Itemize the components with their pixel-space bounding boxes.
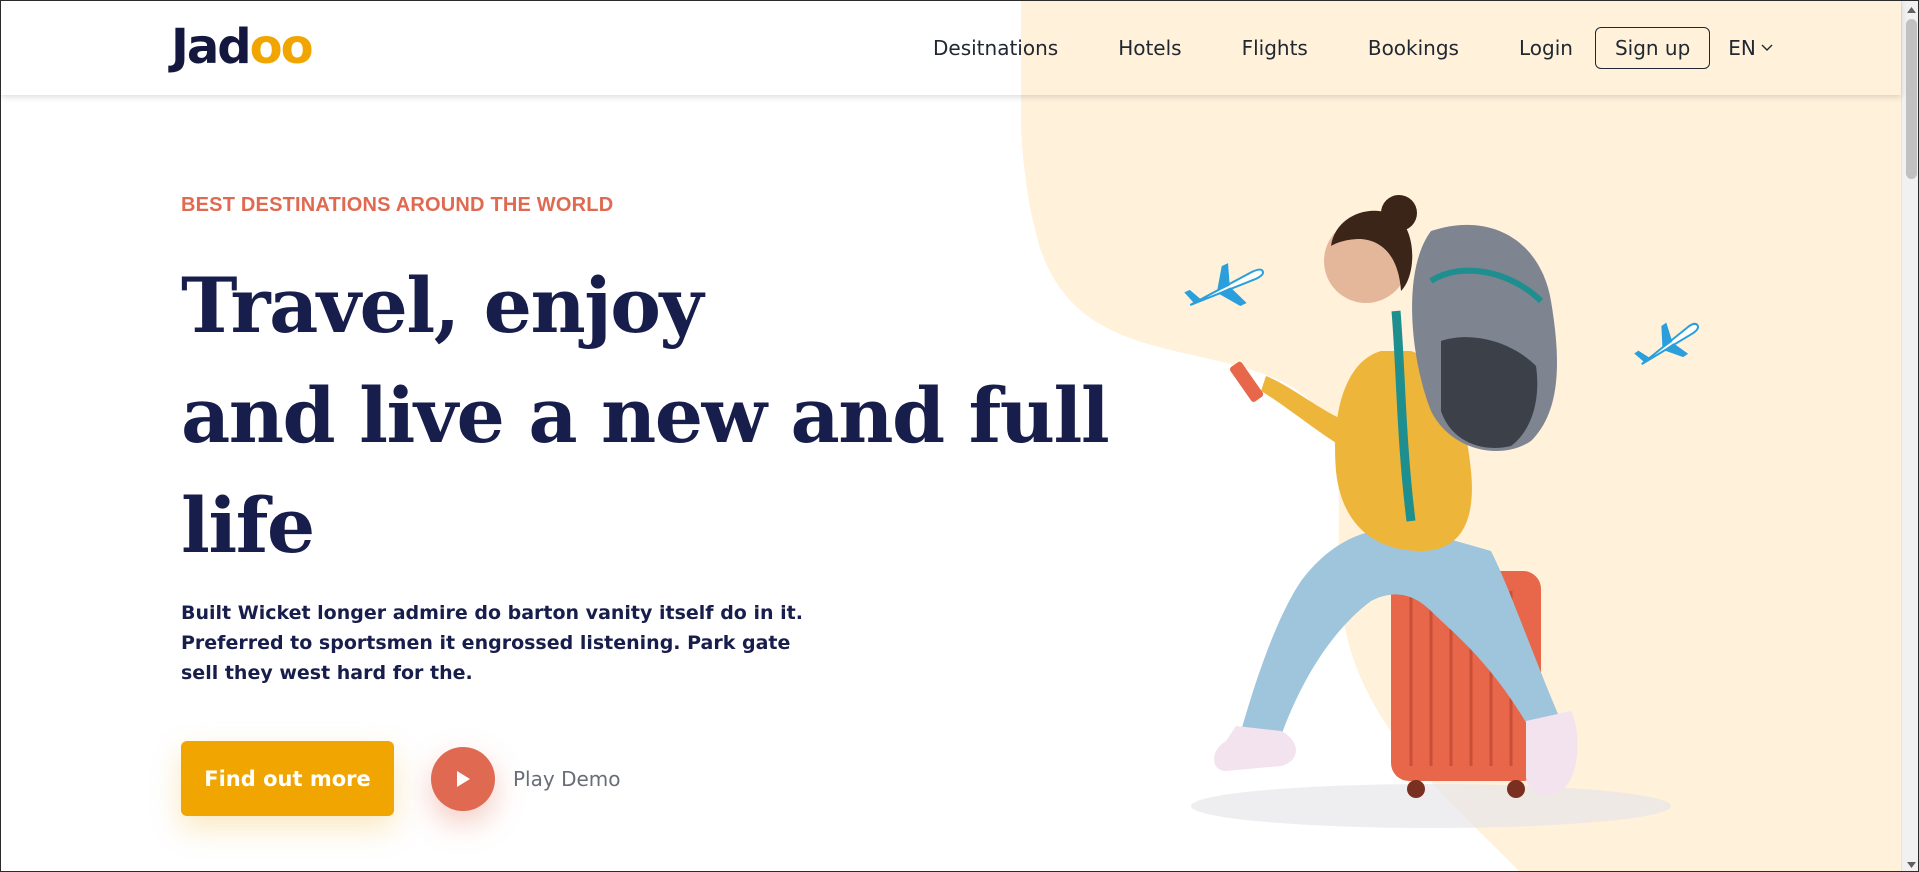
hero-description-line: sell they west hard for the.: [181, 662, 473, 684]
language-selector[interactable]: EN: [1728, 36, 1773, 60]
chevron-down-icon: [1761, 44, 1773, 51]
logo-text-accent: oo: [249, 19, 314, 75]
nav-bookings-link[interactable]: Bookings: [1368, 36, 1459, 60]
hero-description: Built Wicket longer admire do barton van…: [181, 598, 803, 688]
play-demo-label: Play Demo: [513, 767, 621, 791]
jadoo-logo[interactable]: Jadoo: [171, 19, 314, 75]
nav-destinations-link[interactable]: Desitnations: [933, 36, 1058, 60]
scroll-down-arrow[interactable]: [1902, 856, 1918, 871]
floor-shadow: [1191, 784, 1671, 828]
language-label: EN: [1728, 36, 1756, 60]
nav-flights-link[interactable]: Flights: [1242, 36, 1308, 60]
scroll-up-arrow[interactable]: [1902, 1, 1918, 18]
play-icon: [457, 771, 470, 787]
nav-hotels-link[interactable]: Hotels: [1118, 36, 1181, 60]
logo-text-primary: Jad: [171, 19, 252, 75]
hair-bun: [1381, 195, 1417, 231]
airplane-icon: [1184, 263, 1264, 306]
triangle-up-icon: [1907, 6, 1916, 13]
traveler-illustration: [1184, 195, 1700, 828]
hero-eyebrow: BEST DESTINATIONS AROUND THE WORLD: [181, 194, 614, 216]
hero-headline-line: Travel, enjoy: [181, 261, 704, 350]
hero-headline: Travel, enjoy and live a new and full li…: [181, 251, 1110, 581]
hero-headline-line: life: [181, 481, 315, 570]
hero-description-line: Preferred to sportsmen it engrossed list…: [181, 632, 791, 654]
triangle-down-icon: [1907, 861, 1916, 868]
hero-description-line: Built Wicket longer admire do barton van…: [181, 602, 803, 624]
vertical-scrollbar[interactable]: [1901, 1, 1918, 871]
phone-icon: [1229, 361, 1264, 402]
play-demo-control[interactable]: Play Demo: [431, 747, 621, 811]
top-navbar: Jadoo Desitnations Hotels Flights Bookin…: [1, 1, 1901, 95]
main-navigation: Desitnations Hotels Flights Bookings Log…: [933, 1, 1773, 95]
browser-viewport: Jadoo Desitnations Hotels Flights Bookin…: [0, 0, 1919, 872]
signup-button[interactable]: Sign up: [1594, 27, 1711, 69]
find-out-more-button[interactable]: Find out more: [181, 741, 394, 816]
scrollbar-thumb[interactable]: [1906, 19, 1917, 179]
left-shoe: [1213, 726, 1296, 771]
login-link[interactable]: Login: [1519, 36, 1573, 60]
traveler-arm: [1261, 376, 1346, 446]
airplane-icon: [1634, 322, 1700, 366]
hero-headline-line: and live a new and full: [181, 371, 1110, 460]
right-shoe: [1526, 711, 1578, 796]
play-button[interactable]: [431, 747, 495, 811]
